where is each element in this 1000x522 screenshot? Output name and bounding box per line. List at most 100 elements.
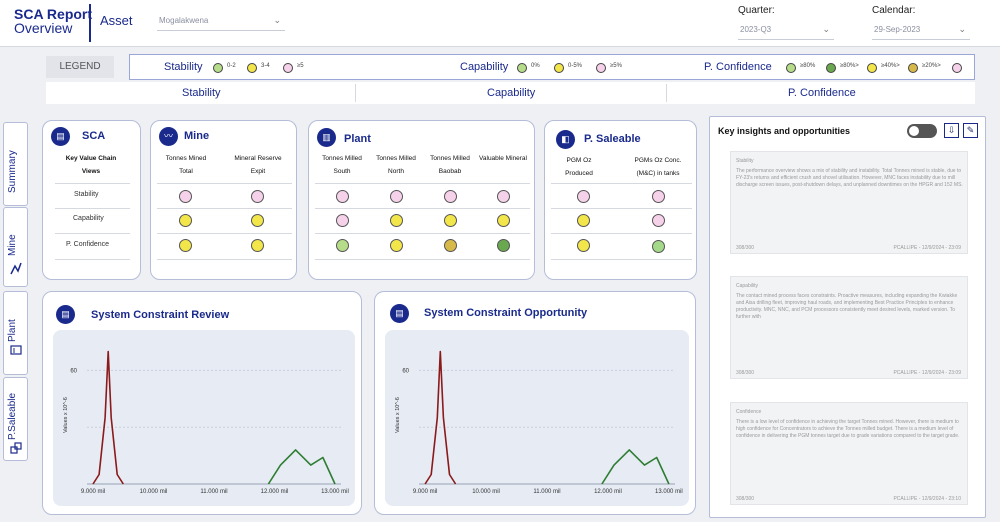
calendar-dropdown[interactable]: 29-Sep-2023 ⌄ (872, 20, 970, 40)
insight-author: PCALLIPE - 12/9/2024 - 23:09 (893, 370, 961, 376)
divider (315, 208, 530, 209)
series-line-1 (601, 449, 670, 485)
row-label-capability: Capability (73, 215, 104, 222)
plant-col-header: Valuable Mineral (479, 155, 527, 162)
status-dot (251, 214, 264, 227)
status-dot (444, 239, 457, 252)
x-tick-label: 9.000 mil (81, 489, 105, 495)
status-dot (251, 239, 264, 252)
insight-author: PCALLIPE - 12/9/2024 - 23:10 (893, 496, 961, 502)
toggle-knob (909, 126, 919, 136)
asset-dropdown[interactable]: Mogalakwena ⌄ (157, 11, 285, 31)
sidenav-saleable[interactable]: P.Saleable (3, 377, 28, 461)
status-dot (444, 214, 457, 227)
divider (551, 208, 692, 209)
plant-card: ▥ Plant Tonnes Milled South Tonnes Mille… (308, 120, 535, 280)
chart-area: 60 Values x 10^-6 9.000 mil 10.000 mil 11.00… (385, 330, 689, 506)
mine-title: Mine (184, 130, 210, 142)
x-tick-label: 12.000 mil (594, 489, 622, 495)
tab-capability[interactable]: Capability (487, 87, 535, 99)
legend-dot (596, 63, 606, 73)
divider (55, 233, 130, 234)
insight-author: PCALLIPE - 12/9/2024 - 23:09 (893, 245, 961, 251)
legend-text: ≥5% (610, 63, 622, 69)
sidenav-summary-label: Summary (7, 150, 18, 193)
insight-capability[interactable]: Capability The contact mined process fac… (730, 276, 968, 379)
insight-count: 308/300 (736, 370, 755, 376)
legend-text: 0% (531, 63, 540, 69)
x-tick-label: 10.000 mil (140, 489, 168, 495)
insights-toggle[interactable] (907, 124, 937, 138)
insight-text: The performance overview shows a mix of … (736, 168, 963, 188)
saleable-col-header: PGM Oz Produced (565, 157, 593, 177)
y-tick-label: 60 (70, 368, 77, 374)
mine-col-header: Mineral Reserve Expit (234, 155, 282, 175)
status-dot (652, 190, 665, 203)
divider (55, 208, 130, 209)
header-bar (0, 0, 1000, 47)
constraint-review-chart: 60 Values x 10^-6 9.000 mil 10.000 mil 11.00… (63, 350, 349, 495)
insight-label: Stability (736, 158, 754, 164)
trend-icon: 〰 (159, 127, 178, 146)
legend-dot (247, 63, 257, 73)
legend-dot (952, 63, 962, 73)
status-dot (179, 190, 192, 203)
constraint-review-title: System Constraint Review (91, 309, 230, 321)
series-line-0 (92, 350, 124, 485)
saleable-card: ◧ P. Saleable PGM Oz Produced PGMs Oz Co… (544, 120, 697, 280)
sidenav-mine[interactable]: Mine (3, 207, 28, 287)
status-dot (179, 214, 192, 227)
sca-col-header: Key Value Chain Views (65, 155, 117, 175)
download-icon[interactable]: ⇩ (944, 123, 959, 138)
legend-text: 0-5% (568, 63, 583, 69)
status-dot (336, 190, 349, 203)
legend-dot (517, 63, 527, 73)
x-tick-label: 9.000 mil (413, 489, 437, 495)
quarter-dropdown[interactable]: 2023-Q3 ⌄ (738, 20, 834, 40)
chart-icon: ▤ (51, 127, 70, 146)
plant-title: Plant (344, 133, 371, 145)
chart-area: 60 Values x 10^-6 9.000 mil 10.000 mil 11.00… (53, 330, 355, 506)
sidenav-plant[interactable]: Plant (3, 291, 28, 375)
mine-col-header: Tonnes Mined Total (165, 155, 207, 175)
tab-confidence[interactable]: P. Confidence (788, 87, 856, 99)
constraint-opportunity-chart: 60 Values x 10^-6 9.000 mil 10.000 mil 11.00… (395, 350, 683, 495)
status-dot (390, 239, 403, 252)
sidenav-mine-label: Mine (7, 234, 18, 256)
legend-tag: LEGEND (46, 56, 114, 78)
legend-stability-label: Stability (164, 61, 203, 73)
saleable-col-header: PGMs Oz Conc. (M&C) in tanks (634, 157, 682, 177)
insight-count: 308/300 (736, 245, 755, 251)
divider (55, 259, 130, 260)
bar-chart-icon: ▥ (317, 128, 336, 147)
insight-confidence[interactable]: Confidence There is a low level of confi… (730, 402, 968, 505)
insight-stability[interactable]: Stability The performance overview shows… (730, 151, 968, 254)
sidenav-summary[interactable]: Summary (3, 122, 28, 206)
saleable-icon: ◧ (556, 130, 575, 149)
legend-dot (283, 63, 293, 73)
status-dot (652, 240, 665, 253)
legend-text: ≥40%> (881, 63, 900, 69)
divider (157, 208, 292, 209)
divider (551, 183, 692, 184)
sca-card: ▤ SCA Key Value Chain Views Stability Ca… (42, 120, 141, 280)
status-dot (497, 214, 510, 227)
divider (55, 183, 130, 184)
edit-icon[interactable]: ✎ (963, 123, 978, 138)
status-dot (497, 190, 510, 203)
x-tick-label: 11.000 mil (533, 489, 560, 495)
legend-text: ≥80% (800, 63, 816, 69)
status-dot (390, 190, 403, 203)
series-line-1 (267, 449, 336, 485)
status-dot (251, 190, 264, 203)
asset-value: Mogalakwena (159, 16, 209, 25)
constraint-opportunity-title: System Constraint Opportunity (424, 307, 588, 319)
tab-stability[interactable]: Stability (182, 87, 221, 99)
status-dot (577, 190, 590, 203)
y-tick-label: 60 (402, 368, 409, 374)
divider (551, 259, 692, 260)
quarter-label: Quarter: (738, 5, 775, 16)
x-tick-label: 10.000 mil (472, 489, 500, 495)
view-tabs: Stability Capability P. Confidence (46, 82, 975, 104)
series-line-0 (424, 350, 457, 485)
